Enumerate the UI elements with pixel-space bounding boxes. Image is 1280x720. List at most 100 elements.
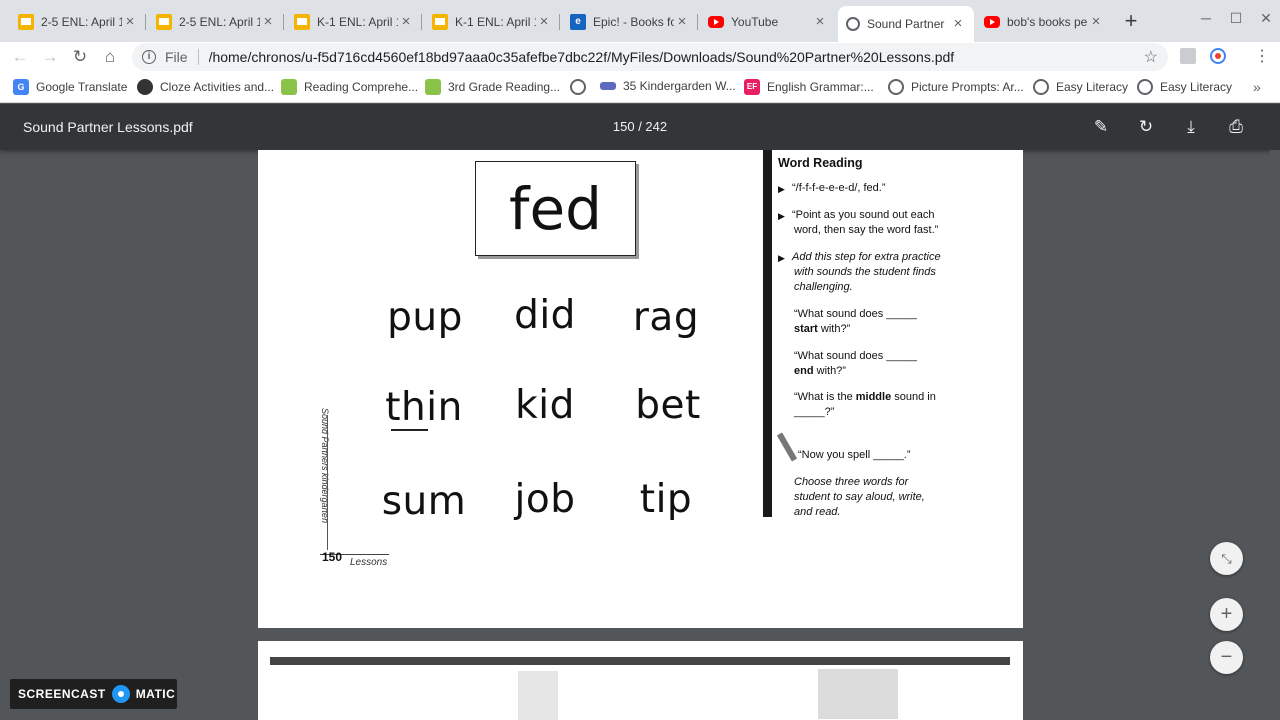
bookmark-easy-literacy-2[interactable]: Easy Literacy [1137,79,1232,95]
close-icon[interactable]: × [260,14,276,30]
bullet-text: word, then say the word fast.” [794,224,939,236]
triangle-bullet-icon: ▶ [778,211,785,221]
question-text: sound in [891,391,936,403]
rotate-icon[interactable]: ↻ [1134,115,1158,139]
home-icon[interactable]: ⌂ [98,45,122,69]
page-content-fragment [518,671,558,720]
pencil-icon[interactable]: ✎ [1089,115,1113,139]
extension-icon[interactable] [1210,48,1226,64]
zoom-in-icon[interactable]: + [1210,598,1243,631]
digraph-underline [391,429,428,431]
tab-sound-partner[interactable]: Sound Partner × [838,6,974,42]
emphasis: start [794,323,818,335]
bookmark-kindergarten[interactable]: 35 Kindergarden W... [600,79,736,93]
new-tab-icon[interactable]: + [1121,10,1141,32]
tab-k-1-enl-1[interactable]: K-1 ENL: April 1 × [286,8,422,36]
forward-arrow-icon[interactable]: → [38,45,62,69]
more-menu-icon[interactable]: ⋮ [1254,46,1270,68]
practice-word: did [514,293,576,338]
youtube-icon [984,16,1000,28]
bookmark-label: 35 Kindergarden W... [623,79,736,93]
bookmark-label: Easy Literacy [1160,80,1233,94]
question-text: “What sound does _____ [794,350,917,362]
tab-youtube[interactable]: YouTube × [700,8,836,36]
window-close-icon[interactable]: ✕ [1256,10,1276,27]
extension-icon[interactable] [1180,48,1196,64]
page-number: 150 [322,550,343,564]
divider [763,150,772,517]
tab-title: bob's books pe [1007,15,1088,29]
close-icon[interactable]: × [1088,14,1104,30]
reload-icon[interactable]: ↻ [68,45,92,69]
pdf-page: fed pup did rag thin kid bet sum job tip… [258,150,1023,628]
tab-k-1-enl-2[interactable]: K-1 ENL: April 1 × [424,8,560,36]
close-icon[interactable]: × [812,14,828,30]
bookmark-cloze[interactable]: Cloze Activities and... [137,79,274,95]
zoom-out-icon[interactable]: − [1210,641,1243,674]
bookmark-label: Reading Comprehe... [304,80,419,94]
spell-text: “Now you spell _____.” [798,449,911,461]
bookmark-star-icon[interactable]: ☆ [1144,47,1158,67]
reading-icon [281,79,297,95]
practice-word: bet [635,383,701,428]
bookmark-easy-literacy-1[interactable]: Easy Literacy [1033,79,1128,95]
bookmark-google-translate[interactable]: G Google Translate [13,79,127,95]
back-arrow-icon[interactable]: ← [8,45,32,69]
print-icon[interactable]: ⎙ [1224,115,1248,139]
instruction-text: Choose three words for [794,476,909,488]
google-translate-icon: G [13,79,29,95]
screencast-watermark: SCREENCAST MATIC [10,679,177,709]
globe-icon [1033,79,1049,95]
watermark-right: MATIC [135,687,176,701]
practice-word: kid [515,383,575,428]
instruction-text: and read. [794,506,841,518]
practice-word: sum [381,479,467,524]
bookmark-reading-comprehension[interactable]: Reading Comprehe... [281,79,418,95]
footer-label: Lessons [350,557,388,568]
question-text: “What is the [794,391,856,403]
close-icon[interactable]: × [674,14,690,30]
browser-toolbar: ← → ↻ ⌂ i File /home/chronos/u-f5d716cd4… [0,42,1280,72]
youtube-icon [708,16,724,28]
divider [327,415,328,550]
side-label: Sound Partners kindergarten [318,408,332,552]
address-bar[interactable]: i File /home/chronos/u-f5d716cd4560ef18b… [132,43,1168,71]
page-content-fragment [818,669,898,719]
close-icon[interactable]: × [950,16,966,32]
bookmark-english-grammar[interactable]: EF English Grammar:... [744,79,874,95]
minimize-icon[interactable]: ─ [1196,10,1216,26]
tab-epic[interactable]: e Epic! - Books fo × [562,8,698,36]
panel-heading: Word Reading [778,156,863,170]
pdf-page-next [258,641,1023,720]
close-icon[interactable]: × [536,14,552,30]
info-icon[interactable]: i [142,50,156,64]
slides-icon [432,14,448,30]
maximize-icon[interactable]: ☐ [1226,10,1246,27]
bookmark-label: English Grammar:... [767,80,874,94]
cloze-icon [137,79,153,95]
tab-bobs-books[interactable]: bob's books pe × [976,8,1112,36]
bookmark-picture-prompts[interactable]: Picture Prompts: Ar... [888,79,1024,95]
tab-title: K-1 ENL: April 1 [455,15,536,29]
bookmark-globe[interactable] [570,79,593,95]
fit-to-page-icon[interactable]: ⤡ [1210,542,1243,575]
word-card: fed [475,161,636,256]
question-text: _____?” [794,406,835,418]
slides-icon [156,14,172,30]
close-icon[interactable]: × [122,14,138,30]
download-icon[interactable]: ⤓ [1179,115,1203,139]
epic-icon: e [570,14,586,30]
tab-2-5-enl-2[interactable]: 2-5 ENL: April 1 × [148,8,284,36]
question-text: end with?” [794,364,846,379]
bookmarks-bar: G Google Translate Cloze Activities and.… [0,72,1280,103]
emphasis: middle [855,391,892,403]
tab-2-5-enl-1[interactable]: 2-5 ENL: April 1 × [10,8,146,36]
bookmark-3rd-grade-reading[interactable]: 3rd Grade Reading... [425,79,560,95]
url-text[interactable]: /home/chronos/u-f5d716cd4560ef18bd97aaa0… [209,49,1144,65]
scrollbar[interactable] [1270,150,1280,720]
record-icon [111,685,130,703]
globe-icon [888,79,904,95]
chevron-right-icon[interactable]: » [1253,79,1261,95]
bookmark-label: Cloze Activities and... [160,80,275,94]
close-icon[interactable]: × [398,14,414,30]
